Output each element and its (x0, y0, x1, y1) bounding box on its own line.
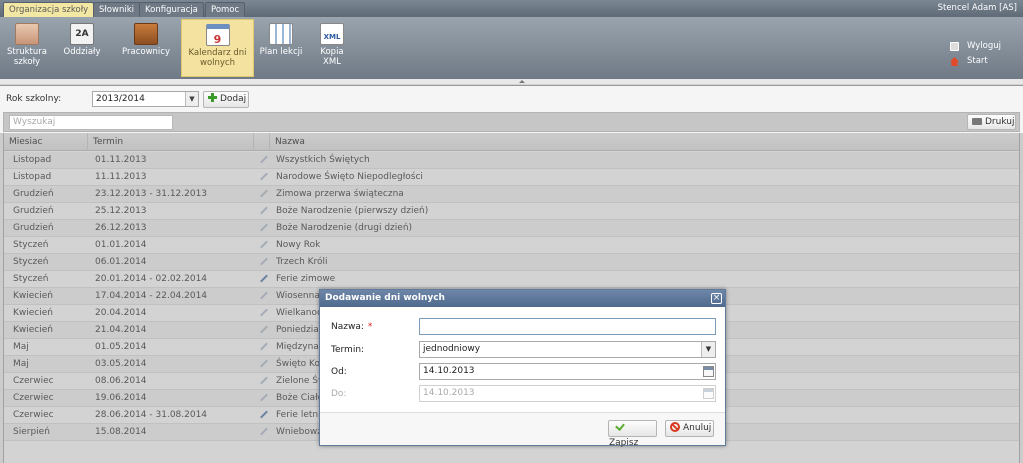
ribbon-label: Plan lekcji (259, 47, 303, 57)
tab-slowniki[interactable]: Słowniki (93, 2, 140, 17)
ribbon-toolbar: Struktura szkoły 2A Oddziały Pracownicy … (0, 17, 1023, 79)
home-icon (950, 57, 959, 66)
save-button[interactable]: Zapisz (608, 420, 657, 448)
briefcase-icon (134, 23, 158, 45)
ribbon-collapse-splitter[interactable] (0, 79, 1023, 85)
cancel-button-label: Anuluj (683, 423, 712, 433)
school-year-value: 2013/2014 (96, 94, 145, 104)
school-structure-icon (15, 23, 39, 45)
add-button[interactable]: Dodaj (203, 91, 249, 108)
lock-icon (950, 42, 959, 51)
ribbon-struktura-szkoly-button[interactable]: Struktura szkoły (2, 19, 52, 77)
user-name: Stencel Adam [AS] (937, 3, 1017, 13)
add-button-label: Dodaj (220, 94, 247, 104)
start-label: Start (967, 56, 988, 66)
cancel-button[interactable]: Anuluj (665, 420, 714, 437)
printer-icon (972, 118, 982, 125)
calendar-icon: 9 (205, 24, 230, 46)
school-year-label: Rok szkolny: (6, 94, 62, 104)
school-year-select[interactable]: 2013/2014 ▼ (92, 91, 199, 107)
ribbon-kalendarz-dni-wolnych-button[interactable]: 9 Kalendarz dni wolnych (181, 19, 254, 77)
ribbon-label: Pracownicy (122, 47, 170, 57)
grid-toolbar: Wyszukaj Drukuj (3, 112, 1020, 132)
checkmark-icon (613, 422, 624, 431)
ribbon-pracownicy-button[interactable]: Pracownicy (118, 19, 174, 77)
ribbon-plan-lekcji-button[interactable]: Plan lekcji (258, 19, 304, 77)
xml-file-icon: XML (320, 23, 344, 45)
add-free-days-dialog: Dodawanie dni wolnych × Nazwa: * Termin: … (319, 289, 726, 448)
logout-link[interactable]: Wyloguj (950, 39, 1010, 54)
timetable-icon (269, 23, 293, 45)
chevron-down-icon: ▼ (701, 342, 715, 357)
print-button-label: Drukuj (985, 117, 1015, 127)
term-select[interactable]: jednodniowy ▼ (419, 341, 716, 358)
ribbon-label: Oddziały (63, 47, 101, 57)
name-label: Nazwa: * (331, 322, 373, 332)
tab-konfiguracja[interactable]: Konfiguracja (139, 2, 204, 17)
term-label: Termin: (331, 345, 365, 355)
chevron-down-icon: ▼ (185, 92, 198, 106)
cancel-icon (670, 422, 680, 432)
search-input[interactable]: Wyszukaj (9, 115, 173, 130)
calendar-picker-icon[interactable] (703, 366, 714, 377)
name-input[interactable] (419, 318, 716, 335)
to-date-input: 14.10.2013 (419, 385, 716, 402)
ribbon-kopia-xml-button[interactable]: XML Kopia XML (312, 19, 352, 77)
calendar-picker-icon (703, 388, 714, 399)
class-2a-icon: 2A (70, 23, 94, 45)
from-label: Od: (331, 367, 347, 377)
close-icon[interactable]: × (711, 293, 722, 304)
ribbon-oddzialy-button[interactable]: 2A Oddziały (58, 19, 106, 77)
plus-icon (208, 93, 217, 102)
dialog-footer: Zapisz Anuluj (320, 412, 725, 448)
collapse-arrow-icon (519, 80, 525, 83)
tab-organizacja-szkoly[interactable]: Organizacja szkoły (3, 2, 95, 17)
print-button[interactable]: Drukuj (967, 114, 1016, 130)
required-mark: * (367, 322, 373, 332)
logout-label: Wyloguj (967, 41, 1001, 51)
from-date-value: 14.10.2013 (423, 366, 475, 376)
dialog-title: Dodawanie dni wolnych (320, 290, 725, 307)
from-date-input[interactable]: 14.10.2013 (419, 363, 716, 380)
dialog-body: Nazwa: * Termin: jednodniowy ▼ Od: 14.10.… (323, 308, 722, 412)
tab-pomoc[interactable]: Pomoc (205, 2, 246, 17)
ribbon-label: Struktura szkoły (7, 47, 47, 67)
term-value: jednodniowy (423, 344, 481, 354)
top-menu-bar: Organizacja szkoły Słowniki Konfiguracja… (0, 0, 1023, 17)
save-button-label: Zapisz (609, 438, 639, 448)
to-date-value: 14.10.2013 (423, 388, 475, 398)
ribbon-label: Kalendarz dni wolnych (188, 48, 247, 68)
start-link[interactable]: Start (950, 54, 1010, 69)
ribbon-label: Kopia XML (320, 47, 344, 67)
to-label: Do: (331, 389, 347, 399)
